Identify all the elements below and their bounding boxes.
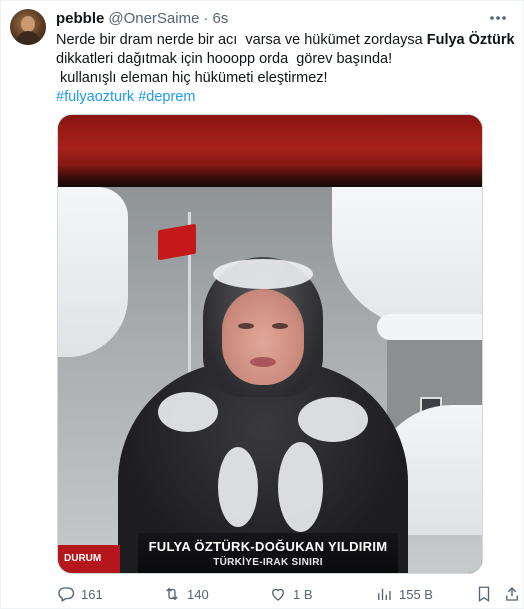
tweet-line-3: kullanışlı eleman hiç hükümeti eleştirme…	[56, 70, 328, 86]
reporter-face	[222, 289, 304, 385]
caption-names: FULYA ÖZTÜRK-DOĞUKAN YILDIRIM	[148, 539, 388, 554]
tweet-line-1-text: Nerde bir dram nerde bir acı varsa ve hü…	[56, 32, 427, 48]
tweet-header: pebble @OnerSaime · 6s	[56, 10, 228, 30]
retweet-icon	[166, 587, 178, 601]
tv-lower-third: DURUM FULYA ÖZTÜRK-DOĞUKAN YILDIRIM TÜRK…	[58, 521, 482, 573]
hashtag-fulyaozturk[interactable]: #fulyaozturk	[56, 89, 134, 105]
snow-scene	[58, 187, 482, 573]
mentioned-name: Fulya Öztürk	[426, 32, 515, 48]
snow-patch	[218, 447, 258, 527]
caption-bar: FULYA ÖZTÜRK-DOĞUKAN YILDIRIM TÜRKİYE-IR…	[138, 533, 398, 573]
views-count: 155 B	[399, 586, 433, 602]
views-button[interactable]: 155 B	[375, 583, 433, 605]
share-button[interactable]	[503, 583, 524, 605]
heart-icon	[272, 588, 284, 601]
hashtags: #fulyaozturk #deprem	[56, 88, 511, 107]
corner-label-box: DURUM	[58, 545, 120, 573]
views-icon	[378, 588, 391, 600]
bookmark-button[interactable]	[475, 583, 499, 605]
reply-count: 161	[81, 586, 103, 602]
avatar-body	[16, 31, 40, 45]
reply-icon	[58, 587, 75, 602]
display-name[interactable]: pebble	[56, 10, 104, 27]
hashtag-deprem[interactable]: #deprem	[138, 89, 195, 105]
tweet-media-image[interactable]: DURUM FULYA ÖZTÜRK-DOĞUKAN YILDIRIM TÜRK…	[57, 114, 483, 574]
separator-dot: ·	[203, 10, 209, 27]
lips	[250, 357, 276, 367]
corner-label: DURUM	[64, 553, 102, 564]
avatar-face	[21, 16, 35, 32]
retweet-count: 140	[187, 586, 209, 602]
snow-patch	[278, 442, 323, 532]
user-handle[interactable]: @OnerSaime	[108, 10, 199, 27]
like-count: 1 B	[293, 586, 313, 602]
tweet-text: Nerde bir dram nerde bir acı varsa ve hü…	[56, 31, 515, 107]
avatar[interactable]	[10, 9, 46, 45]
bookmark-icon	[478, 586, 490, 603]
snow-patch	[158, 392, 218, 432]
action-bar: 161 140 1 B 155 B	[57, 583, 518, 605]
retweet-button[interactable]: 140	[163, 583, 209, 605]
media-top-band	[58, 115, 482, 187]
tweet-line-1: Nerde bir dram nerde bir acı varsa ve hü…	[56, 31, 515, 50]
reply-button[interactable]: 161	[57, 583, 103, 605]
snow-patch	[298, 397, 368, 442]
tweet-card[interactable]: pebble @OnerSaime · 6s Nerde bir dram ne…	[0, 0, 524, 609]
timestamp[interactable]: 6s	[212, 10, 228, 27]
share-icon	[506, 587, 518, 601]
tweet-line-2: dikkatleri dağıtmak için hooopp orda gör…	[56, 51, 393, 67]
more-icon[interactable]	[487, 9, 509, 27]
snow-on-hat	[213, 259, 313, 289]
left-eye	[238, 323, 254, 329]
right-eye	[272, 323, 288, 329]
caption-location: TÜRKİYE-IRAK SINIRI	[213, 557, 323, 568]
like-button[interactable]: 1 B	[269, 583, 313, 605]
